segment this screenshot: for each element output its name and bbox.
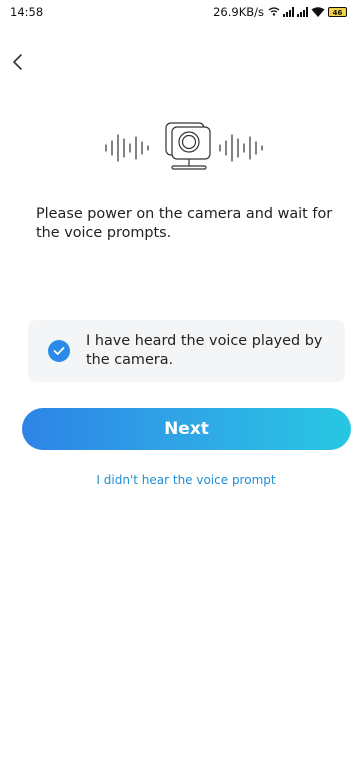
wifi-icon [311, 7, 325, 17]
status-time: 14:58 [10, 5, 44, 19]
wifi-calling-icon [268, 7, 280, 16]
signal-1-icon [283, 7, 294, 17]
camera-body [165, 122, 211, 170]
back-button[interactable] [4, 48, 32, 76]
sound-wave-left [105, 134, 149, 162]
next-button[interactable]: Next [22, 408, 351, 450]
sound-wave-right [219, 134, 263, 162]
status-bar: 14:58 26.9KB/s 46 [0, 0, 357, 24]
confirm-label: I have heard the voice played by the cam… [86, 333, 323, 368]
checkmark-icon[interactable] [48, 340, 70, 362]
network-speed: 26.9KB/s [213, 5, 264, 19]
check-glyph [53, 347, 65, 355]
status-right: 26.9KB/s 46 [213, 5, 347, 19]
battery-icon: 46 [328, 7, 347, 17]
status-icons: 46 [268, 7, 347, 17]
chevron-left-icon [13, 54, 22, 70]
signal-2-icon [297, 7, 308, 17]
voice-heard-checkbox[interactable]: I have heard the voice played by the cam… [28, 320, 345, 382]
no-voice-prompt-link[interactable]: I didn't hear the voice prompt [0, 473, 357, 487]
instruction-text: Please power on the camera and wait for … [36, 206, 333, 241]
camera-voice-icon [105, 122, 263, 170]
